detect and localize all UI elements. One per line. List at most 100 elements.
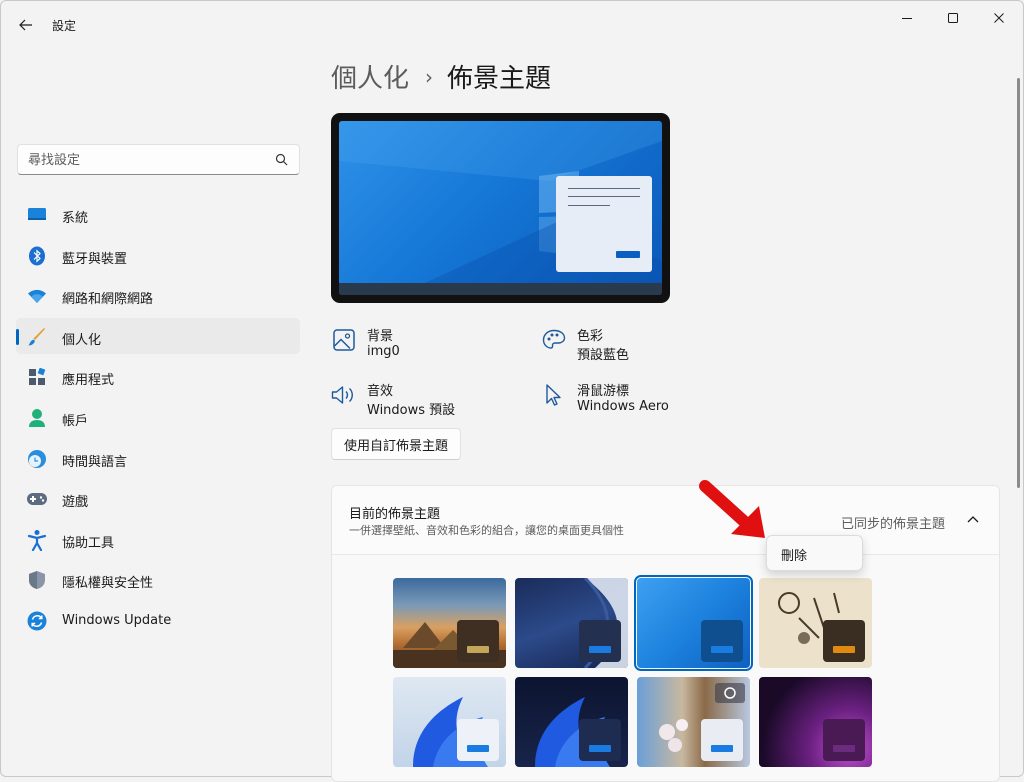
sidebar-item-accessibility[interactable]: 協助工具	[16, 521, 300, 557]
preview-taskbar	[339, 283, 662, 295]
sidebar-item-accounts[interactable]: 帳戶	[16, 399, 300, 435]
sidebar-item-system[interactable]: 系統	[16, 196, 300, 232]
maximize-button[interactable]	[930, 6, 976, 30]
sidebar-item-time-language[interactable]: 時間與語言	[16, 440, 300, 476]
delete-menu-item[interactable]: 刪除	[781, 545, 807, 564]
theme-accent	[589, 646, 611, 653]
app-title: 設定	[52, 19, 77, 33]
current-theme-subtitle: 一併選擇壁紙、音效和色彩的組合，讓您的桌面更具個性	[349, 524, 624, 537]
theme-swatch	[701, 620, 743, 662]
sidebar-item-label: 時間與語言	[62, 454, 128, 470]
theme-accent	[833, 646, 855, 653]
theme-tile-sketch[interactable]	[759, 578, 872, 668]
theme-tile-glow[interactable]	[759, 677, 872, 767]
theme-tile-spotlight[interactable]	[637, 677, 750, 767]
theme-accent	[711, 745, 733, 752]
back-arrow-icon	[19, 19, 32, 31]
search-box	[17, 144, 300, 175]
accessibility-icon	[26, 529, 48, 551]
sidebar-item-privacy[interactable]: 隱私權與安全性	[16, 561, 300, 597]
bluetooth-icon	[26, 245, 48, 267]
sidebar-item-windows-update[interactable]: Windows Update	[16, 602, 300, 638]
use-custom-theme-button[interactable]: 使用自訂佈景主題	[331, 428, 462, 460]
theme-tile-bloom-dark[interactable]	[515, 677, 628, 767]
current-theme-header[interactable]: 目前的佈景主題 一併選擇壁紙、音效和色彩的組合，讓您的桌面更具個性 已同步的佈景…	[332, 486, 999, 555]
sidebar-item-personalization[interactable]: 個人化	[16, 317, 300, 354]
sound-value: Windows 預設	[367, 403, 456, 418]
clock-globe-icon	[26, 448, 48, 470]
close-icon	[994, 13, 1004, 23]
context-menu: 刪除	[766, 535, 863, 571]
back-button[interactable]	[12, 12, 40, 38]
minimize-button[interactable]	[884, 6, 930, 30]
theme-swatch	[579, 719, 621, 761]
chevron-up-icon[interactable]	[966, 514, 980, 524]
sidebar-item-gaming[interactable]: 遊戲	[16, 480, 300, 516]
title-bar: 設定	[0, 0, 1024, 48]
shield-icon	[26, 569, 48, 591]
close-button[interactable]	[976, 6, 1022, 30]
sidebar-item-label: 隱私權與安全性	[62, 576, 154, 592]
theme-swatch	[457, 719, 499, 761]
maximize-icon	[948, 13, 958, 23]
annotation-arrow-icon	[699, 480, 765, 538]
sidebar-item-label: 藍牙與裝置	[62, 251, 128, 267]
cursor-value: Windows Aero	[577, 399, 669, 414]
background-value: img0	[367, 344, 400, 359]
system-icon	[26, 204, 48, 226]
sidebar-item-apps[interactable]: 應用程式	[16, 358, 300, 394]
breadcrumb: 個人化 › 佈景主題	[331, 58, 551, 95]
active-indicator	[16, 328, 19, 345]
background-title: 背景	[367, 329, 394, 344]
breadcrumb-separator: ›	[425, 65, 434, 89]
search-input[interactable]	[28, 150, 268, 170]
color-title: 色彩	[577, 329, 604, 344]
sidebar-item-label: 協助工具	[62, 535, 115, 551]
update-icon	[26, 610, 48, 632]
theme-swatch	[579, 620, 621, 662]
scrollbar[interactable]	[1017, 78, 1020, 488]
speaker-icon	[331, 382, 357, 408]
sidebar-item-label: 系統	[62, 211, 89, 226]
breadcrumb-parent[interactable]: 個人化	[331, 64, 409, 94]
sidebar-nav: 系統 藍牙與裝置 網路和網際網路 個人化 應用程式 帳戶 時間與語言 遊戲 協助…	[16, 196, 300, 643]
wifi-icon	[26, 285, 48, 307]
theme-swatch	[701, 719, 743, 761]
sound-title: 音效	[367, 384, 394, 399]
theme-tile-desert[interactable]	[393, 578, 506, 668]
current-theme-card: 目前的佈景主題 一併選擇壁紙、音效和色彩的組合，讓您的桌面更具個性 已同步的佈景…	[331, 485, 1000, 782]
theme-swatch	[457, 620, 499, 662]
sidebar-item-label: 應用程式	[62, 373, 115, 389]
sidebar-item-label: 遊戲	[62, 495, 89, 511]
current-theme-title: 目前的佈景主題	[349, 507, 441, 522]
preview-window	[556, 176, 652, 272]
theme-accent	[711, 646, 733, 653]
sidebar-item-bluetooth[interactable]: 藍牙與裝置	[16, 237, 300, 273]
synced-theme-label: 已同步的佈景主題	[841, 517, 946, 532]
sidebar-item-label: 個人化	[62, 332, 102, 348]
search-icon[interactable]	[275, 153, 288, 166]
apps-icon	[26, 366, 48, 388]
theme-tile-windows[interactable]	[634, 575, 753, 671]
cursor-icon	[541, 382, 567, 408]
theme-accent	[833, 745, 855, 752]
theme-preview	[331, 113, 670, 303]
cursor-title: 滑鼠游標	[577, 384, 630, 399]
theme-tile-dark-blue[interactable]	[515, 578, 628, 668]
brush-icon	[26, 326, 48, 348]
theme-accent	[467, 646, 489, 653]
minimize-icon	[902, 18, 912, 19]
color-value: 預設藍色	[577, 348, 630, 363]
preview-accent-button	[616, 251, 640, 258]
theme-tile-bloom-light[interactable]	[393, 677, 506, 767]
image-icon	[331, 327, 357, 353]
account-icon	[26, 407, 48, 429]
palette-icon	[541, 327, 567, 353]
page-title: 佈景主題	[447, 64, 552, 94]
theme-swatch	[823, 620, 865, 662]
sidebar-item-network[interactable]: 網路和網際網路	[16, 277, 300, 313]
sidebar-item-label: 網路和網際網路	[62, 292, 154, 308]
theme-swatch	[823, 719, 865, 761]
sidebar-item-label: 帳戶	[62, 413, 89, 429]
theme-accent	[589, 745, 611, 752]
